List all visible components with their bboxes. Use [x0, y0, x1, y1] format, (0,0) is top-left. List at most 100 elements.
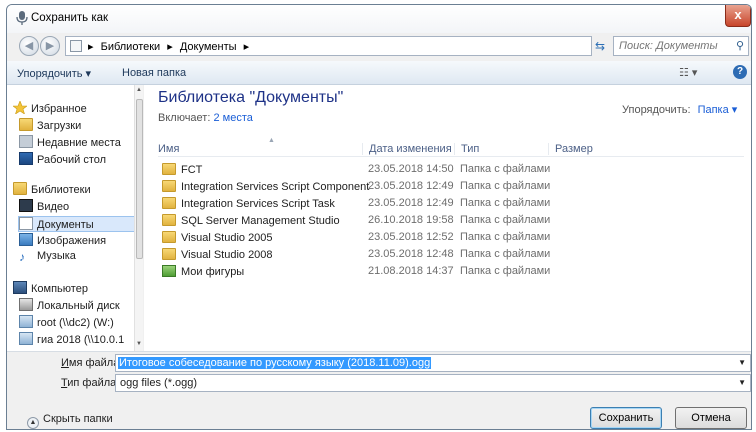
- nav-item-recent-places[interactable]: Недавние места: [19, 135, 137, 151]
- table-row[interactable]: FCT 23.05.2018 14:50 Папка с файлами: [158, 161, 744, 178]
- file-type: Папка с файлами: [460, 231, 551, 243]
- nav-item-label: Видео: [37, 201, 70, 213]
- includes-label: Включает:: [158, 112, 211, 124]
- breadcrumb-separator[interactable]: ▸: [244, 41, 250, 53]
- libraries-icon: [13, 182, 27, 195]
- nav-item-favorites[interactable]: Избранное: [13, 101, 137, 117]
- chevron-down-icon[interactable]: ▼: [738, 378, 746, 387]
- search-input[interactable]: [614, 37, 726, 55]
- table-row[interactable]: Integration Services Script Task 23.05.2…: [158, 195, 744, 212]
- back-button[interactable]: ◀: [19, 36, 39, 56]
- file-name: Integration Services Script Task: [181, 198, 335, 210]
- folder-icon: [162, 214, 176, 226]
- nav-item-desktop[interactable]: Рабочий стол: [19, 152, 137, 168]
- file-date: 23.05.2018 12:49: [368, 180, 454, 192]
- nav-item-gia-drive[interactable]: гиа 2018 (\\10.0.1: [19, 332, 137, 348]
- downloads-icon: [19, 118, 33, 131]
- nav-item-documents[interactable]: Документы: [18, 216, 137, 232]
- file-type: Папка с файлами: [460, 265, 551, 277]
- includes-locations-link[interactable]: 2 места: [213, 112, 252, 124]
- network-drive-icon: [19, 332, 33, 345]
- table-row[interactable]: Visual Studio 2005 23.05.2018 12:52 Папк…: [158, 229, 744, 246]
- column-header-size[interactable]: Размер: [548, 143, 593, 155]
- nav-item-label: Недавние места: [37, 137, 121, 149]
- nav-item-computer[interactable]: Компьютер: [13, 281, 137, 297]
- scrollbar-thumb[interactable]: [136, 99, 143, 259]
- filename-input[interactable]: Итоговое собеседование по русскому языку…: [115, 354, 751, 372]
- navigation-pane: Избранное Загрузки Недавние места Рабочи…: [7, 85, 143, 351]
- save-as-dialog: Сохранить как x ◀ ▶ ▸ Библиотеки ▸ Докум…: [6, 4, 752, 430]
- nav-item-label: Изображения: [37, 235, 107, 247]
- nav-item-label: Документы: [37, 219, 94, 231]
- close-button[interactable]: x: [725, 5, 751, 27]
- arrange-label: Упорядочить:: [622, 104, 691, 116]
- nav-item-label: root (\\dc2) (W:): [37, 317, 114, 329]
- refresh-button[interactable]: ⇆: [589, 36, 611, 56]
- folder-icon: [162, 231, 176, 243]
- nav-item-label: Музыка: [37, 250, 76, 262]
- breadcrumb-separator[interactable]: ▸: [167, 41, 173, 53]
- table-row[interactable]: Integration Services Script Component 23…: [158, 178, 744, 195]
- column-headers: ▲ Имя Дата изменения Тип Размер: [158, 137, 744, 157]
- command-bar: Упорядочить ▾ Новая папка ☷ ▾ ?: [7, 61, 751, 85]
- column-header-type[interactable]: Тип: [454, 143, 479, 155]
- file-type: Папка с файлами: [460, 214, 551, 226]
- refresh-icon: ⇆: [594, 39, 606, 53]
- table-row[interactable]: Visual Studio 2008 23.05.2018 12:48 Папк…: [158, 246, 744, 263]
- arrange-by: Упорядочить: Папка ▾: [622, 103, 737, 116]
- nav-item-libraries[interactable]: Библиотеки: [13, 182, 137, 198]
- filetype-select[interactable]: ogg files (*.ogg) ▼: [115, 374, 751, 392]
- location-icon: [70, 40, 82, 52]
- file-name: Integration Services Script Component: [181, 181, 370, 193]
- organize-button[interactable]: Упорядочить ▾: [17, 67, 91, 80]
- nav-item-images[interactable]: Изображения: [19, 233, 137, 249]
- local-disk-icon: [19, 298, 33, 311]
- help-icon[interactable]: ?: [733, 65, 747, 79]
- column-header-name[interactable]: Имя: [158, 143, 179, 155]
- shapes-folder-icon: [162, 265, 176, 277]
- table-row[interactable]: SQL Server Management Studio 26.10.2018 …: [158, 212, 744, 229]
- arrange-by-dropdown[interactable]: Папка ▾: [698, 104, 738, 116]
- filename-value[interactable]: Итоговое собеседование по русскому языку…: [118, 357, 432, 369]
- nav-item-label: Загрузки: [37, 120, 82, 132]
- file-type: Папка с файлами: [460, 180, 551, 192]
- nav-item-label: Локальный диск: [37, 300, 120, 312]
- arrow-right-icon: ▶: [45, 40, 55, 52]
- nav-item-local-disk[interactable]: Локальный диск: [19, 298, 137, 314]
- nav-item-root-drive[interactable]: root (\\dc2) (W:): [19, 315, 137, 331]
- chevron-up-icon: ▲: [27, 417, 39, 429]
- file-type: Папка с файлами: [460, 248, 551, 260]
- folder-icon: [162, 163, 176, 175]
- desktop-icon: [19, 152, 33, 165]
- save-button[interactable]: Сохранить: [590, 407, 662, 429]
- search-field[interactable]: ⚲: [613, 36, 749, 56]
- hide-folders-label: Скрыть папки: [43, 413, 113, 425]
- library-includes: Включает: 2 места: [158, 112, 253, 124]
- nav-item-downloads[interactable]: Загрузки: [19, 118, 137, 134]
- hide-folders-toggle[interactable]: ▲ Скрыть папки: [27, 413, 113, 429]
- view-options-icon[interactable]: ☷ ▾: [679, 66, 697, 79]
- chevron-down-icon[interactable]: ▼: [738, 358, 746, 367]
- table-row[interactable]: Мои фигуры 21.08.2018 14:37 Папка с файл…: [158, 263, 744, 280]
- title-bar: Сохранить как x: [7, 5, 751, 33]
- search-icon[interactable]: ⚲: [736, 39, 744, 52]
- scroll-down-icon[interactable]: ▼: [136, 341, 142, 347]
- forward-button[interactable]: ▶: [40, 36, 60, 56]
- nav-scrollbar[interactable]: ▲ ▼: [134, 85, 143, 351]
- breadcrumb: ▸ Библиотеки ▸ Документы ▸: [88, 40, 253, 53]
- file-date: 23.05.2018 12:49: [368, 197, 454, 209]
- window-title: Сохранить как: [31, 12, 109, 24]
- breadcrumb-documents[interactable]: Документы: [180, 41, 237, 53]
- nav-item-music[interactable]: ♪ Музыка: [19, 250, 137, 266]
- star-icon: [13, 101, 27, 114]
- close-icon: x: [734, 7, 742, 22]
- cancel-button[interactable]: Отмена: [675, 407, 747, 429]
- breadcrumb-libraries[interactable]: Библиотеки: [101, 41, 161, 53]
- scroll-up-icon[interactable]: ▲: [136, 87, 142, 93]
- address-field[interactable]: ▸ Библиотеки ▸ Документы ▸ ▼: [65, 36, 636, 56]
- nav-item-video[interactable]: Видео: [19, 199, 137, 215]
- computer-icon: [13, 281, 27, 294]
- column-header-date[interactable]: Дата изменения: [362, 143, 452, 155]
- nav-item-label: Компьютер: [31, 283, 88, 295]
- new-folder-button[interactable]: Новая папка: [122, 67, 186, 79]
